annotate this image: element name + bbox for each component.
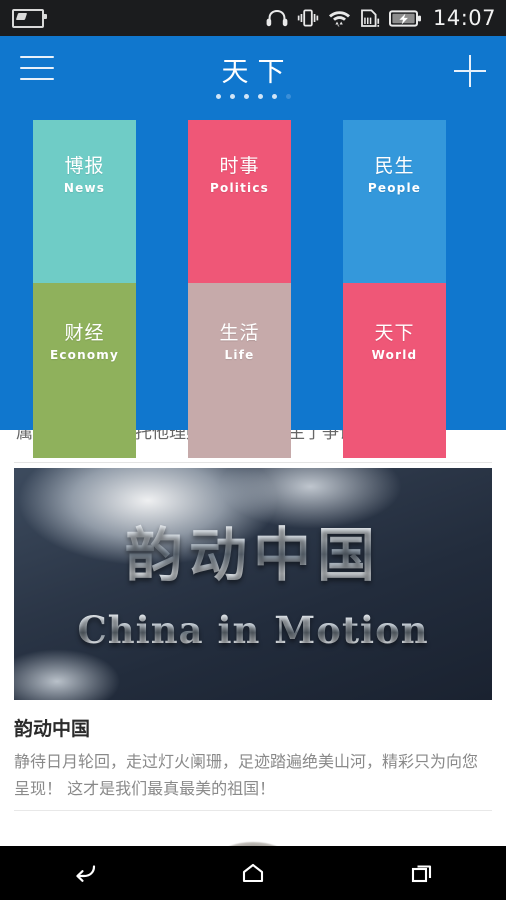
pager-dot[interactable] — [243, 94, 249, 99]
category-label-en: World — [371, 347, 418, 362]
category-label-en: Life — [224, 347, 255, 362]
category-label-cn: 博报 — [64, 155, 105, 177]
category-tile-life[interactable]: 生活 Life — [188, 283, 291, 458]
category-tile-politics[interactable]: 时事 Politics — [188, 120, 291, 291]
battery-charging-icon — [388, 9, 421, 27]
category-label-cn: 财经 — [64, 322, 105, 344]
recents-icon — [411, 865, 431, 883]
category-grid-overlay: 博报 News 时事 Politics 民生 People 财经 Economy… — [0, 110, 506, 458]
article-card[interactable]: 韵动中国 China in Motion 韵动中国 静待日月轮回，走过灯火阑珊，… — [0, 468, 506, 802]
back-icon — [76, 865, 96, 882]
category-label-cn: 民生 — [374, 155, 415, 177]
article-title[interactable]: 韵动中国 — [14, 716, 492, 742]
pager-dot[interactable] — [229, 94, 235, 99]
android-navigation-bar — [0, 846, 506, 900]
pager-dots[interactable] — [0, 94, 506, 99]
banner-title-cn: 韵动中国 — [14, 508, 492, 592]
home-button[interactable] — [213, 846, 293, 900]
category-label-cn: 生活 — [219, 322, 260, 344]
category-tile-people[interactable]: 民生 People — [343, 120, 446, 291]
category-label-cn: 天下 — [374, 322, 415, 344]
phone-screen: 14:07 天下 属，周老汉跟委托他理财的孙女士产生了争议 韵动中国 China… — [0, 0, 506, 900]
category-tile-news[interactable]: 博报 News — [33, 120, 136, 291]
banner-title-en: China in Motion — [14, 608, 492, 652]
category-label-cn: 时事 — [219, 155, 260, 177]
plus-icon[interactable] — [454, 55, 486, 87]
divider — [14, 810, 492, 811]
pager-dot[interactable] — [271, 94, 277, 99]
category-label-en: News — [63, 180, 106, 195]
pager-dot[interactable] — [257, 94, 263, 99]
battery-saver-icon — [12, 8, 47, 28]
category-label-en: Politics — [210, 180, 269, 195]
divider — [14, 462, 492, 463]
category-tile-world[interactable]: 天下 World — [343, 283, 446, 458]
category-label-en: Economy — [49, 347, 120, 362]
article-banner-image[interactable]: 韵动中国 China in Motion — [14, 468, 492, 700]
recents-button[interactable] — [382, 846, 462, 900]
status-bar-right: 14:07 — [266, 6, 496, 30]
category-label-en: People — [367, 180, 422, 195]
sd-card-alert-icon — [361, 9, 380, 27]
vibrate-icon — [297, 9, 319, 27]
wifi-icon — [328, 11, 350, 27]
pager-dot[interactable] — [285, 94, 291, 99]
next-article-thumbnail[interactable] — [0, 822, 506, 846]
article-description: 静待日月轮回，走过灯火阑珊，足迹踏遍绝美山河，精彩只为向您呈现！ 这才是我们最真… — [14, 752, 479, 798]
status-bar-clock: 14:07 — [432, 6, 496, 30]
page-title: 天下 — [221, 57, 294, 88]
status-bar: 14:07 — [0, 0, 506, 36]
category-tile-economy[interactable]: 财经 Economy — [33, 283, 136, 458]
back-button[interactable] — [44, 846, 124, 900]
status-bar-left — [12, 8, 47, 28]
pager-dot[interactable] — [215, 94, 221, 99]
category-grid: 博报 News 时事 Politics 民生 People 财经 Economy… — [0, 110, 506, 458]
home-icon — [242, 863, 264, 883]
headphones-icon — [266, 10, 288, 27]
